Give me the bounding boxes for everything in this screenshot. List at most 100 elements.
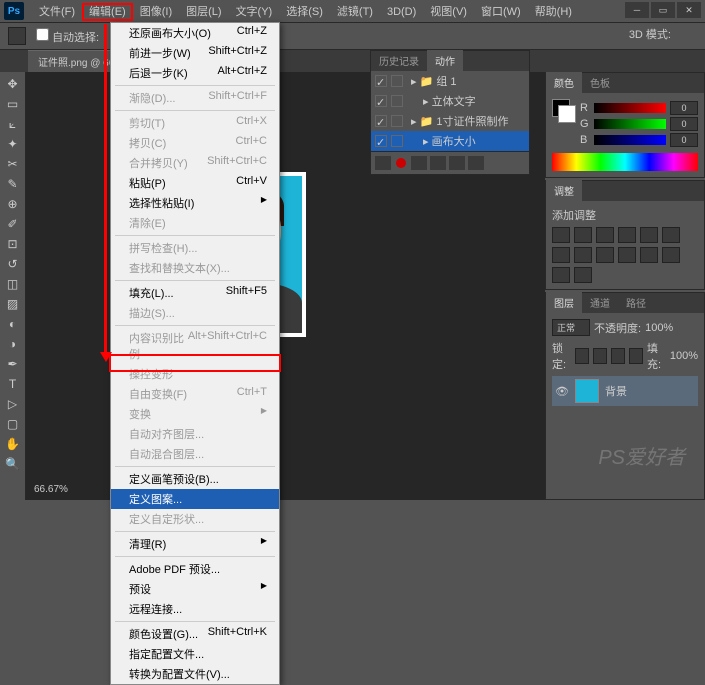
menu-item[interactable]: 远程连接... <box>111 599 279 619</box>
new-set-icon[interactable] <box>430 156 446 170</box>
auto-select-checkbox[interactable] <box>36 28 49 41</box>
adj-invert-icon[interactable] <box>640 247 658 263</box>
adj-lookup-icon[interactable] <box>618 247 636 263</box>
hand-tool[interactable]: ✋ <box>1 434 25 454</box>
adj-gradmap-icon[interactable] <box>574 267 592 283</box>
visibility-icon[interactable]: 👁 <box>555 385 569 398</box>
menu-编辑(E)[interactable]: 编辑(E) <box>82 3 133 21</box>
r-slider[interactable] <box>594 103 666 113</box>
color-spectrum[interactable] <box>552 153 698 171</box>
menu-item[interactable]: 指定配置文件... <box>111 644 279 664</box>
adj-levels-icon[interactable] <box>574 227 592 243</box>
menu-item[interactable]: 粘贴(P)Ctrl+V <box>111 173 279 193</box>
shape-tool[interactable]: ▢ <box>1 414 25 434</box>
tab-adjustments[interactable]: 调整 <box>546 180 582 201</box>
gradient-tool[interactable]: ▨ <box>1 294 25 314</box>
heal-tool[interactable]: ⊕ <box>1 194 25 214</box>
menu-item[interactable]: 定义图案... <box>111 489 279 509</box>
layer-row[interactable]: 👁 背景 <box>552 376 698 406</box>
tab-actions[interactable]: 动作 <box>427 50 463 71</box>
history-brush-tool[interactable]: ↺ <box>1 254 25 274</box>
blur-tool[interactable]: ◐ <box>1 314 25 334</box>
new-action-icon[interactable] <box>449 156 465 170</box>
path-tool[interactable]: ▷ <box>1 394 25 414</box>
menu-item[interactable]: 颜色设置(G)...Shift+Ctrl+K <box>111 624 279 644</box>
zoom-tool[interactable]: 🔍 <box>1 454 25 474</box>
crop-tool[interactable]: ✂ <box>1 154 25 174</box>
adj-vibrance-icon[interactable] <box>640 227 658 243</box>
eyedropper-tool[interactable]: ✎ <box>1 174 25 194</box>
tab-channels[interactable]: 通道 <box>582 292 618 313</box>
menu-图像(I)[interactable]: 图像(I) <box>133 3 179 21</box>
adj-hue-icon[interactable] <box>662 227 680 243</box>
lock-transparency-icon[interactable] <box>575 348 589 364</box>
pen-tool[interactable]: ✒ <box>1 354 25 374</box>
menu-item[interactable]: 填充(L)...Shift+F5 <box>111 283 279 303</box>
menu-选择(S)[interactable]: 选择(S) <box>279 3 330 21</box>
lasso-tool[interactable]: ⟀ <box>1 114 25 134</box>
dodge-tool[interactable]: ◑ <box>1 334 25 354</box>
menu-窗口(W)[interactable]: 窗口(W) <box>474 3 528 21</box>
g-slider[interactable] <box>594 119 666 129</box>
fill-value[interactable]: 100% <box>670 350 698 362</box>
marquee-tool[interactable]: ▭ <box>1 94 25 114</box>
layer-thumbnail[interactable] <box>575 379 599 403</box>
menu-item[interactable]: Adobe PDF 预设... <box>111 559 279 579</box>
stop-icon[interactable] <box>375 156 391 170</box>
menu-item[interactable]: 后退一步(K)Alt+Ctrl+Z <box>111 63 279 83</box>
adj-mixer-icon[interactable] <box>596 247 614 263</box>
opacity-value[interactable]: 100% <box>645 322 673 334</box>
r-value[interactable]: 0 <box>670 101 698 115</box>
b-value[interactable]: 0 <box>670 133 698 147</box>
eraser-tool[interactable]: ◫ <box>1 274 25 294</box>
menu-滤镜(T)[interactable]: 滤镜(T) <box>330 3 380 21</box>
menu-item[interactable]: 预设▶ <box>111 579 279 599</box>
adj-threshold-icon[interactable] <box>552 267 570 283</box>
action-item[interactable]: ✓▸ 📁 组 1 <box>371 71 529 91</box>
menu-item[interactable]: 前进一步(W)Shift+Ctrl+Z <box>111 43 279 63</box>
maximize-button[interactable]: ▭ <box>651 2 675 18</box>
adj-photo-filter-icon[interactable] <box>574 247 592 263</box>
menu-item[interactable]: 定义画笔预设(B)... <box>111 469 279 489</box>
action-item[interactable]: ✓▸ 📁 1寸证件照制作 <box>371 111 529 131</box>
tab-paths[interactable]: 路径 <box>618 292 654 313</box>
tab-layers[interactable]: 图层 <box>546 292 582 313</box>
wand-tool[interactable]: ✦ <box>1 134 25 154</box>
g-value[interactable]: 0 <box>670 117 698 131</box>
type-tool[interactable]: T <box>1 374 25 394</box>
menu-item[interactable]: 选择性粘贴(I)▶ <box>111 193 279 213</box>
minimize-button[interactable]: ─ <box>625 2 649 18</box>
record-icon[interactable] <box>396 158 406 168</box>
tool-preset-icon[interactable] <box>8 27 26 45</box>
lock-position-icon[interactable] <box>611 348 625 364</box>
layer-name[interactable]: 背景 <box>605 383 627 399</box>
blend-mode-select[interactable]: 正常 <box>552 319 590 336</box>
play-icon[interactable] <box>411 156 427 170</box>
adj-exposure-icon[interactable] <box>618 227 636 243</box>
tab-swatches[interactable]: 色板 <box>582 72 618 93</box>
action-item[interactable]: ✓▸ 画布大小 <box>371 131 529 151</box>
status-zoom[interactable]: 66.67% <box>26 482 76 500</box>
menu-文件(F)[interactable]: 文件(F) <box>32 3 82 21</box>
delete-icon[interactable] <box>468 156 484 170</box>
lock-pixels-icon[interactable] <box>593 348 607 364</box>
close-button[interactable]: ✕ <box>677 2 701 18</box>
move-tool[interactable]: ✥ <box>1 74 25 94</box>
adj-bw-icon[interactable] <box>552 247 570 263</box>
tab-history[interactable]: 历史记录 <box>371 50 427 71</box>
color-swatch[interactable] <box>552 99 576 123</box>
b-slider[interactable] <box>594 135 666 145</box>
menu-3D(D)[interactable]: 3D(D) <box>380 3 423 21</box>
ps-logo[interactable]: Ps <box>4 2 24 20</box>
action-item[interactable]: ✓▸ 立体文字 <box>371 91 529 111</box>
lock-all-icon[interactable] <box>629 348 643 364</box>
menu-视图(V)[interactable]: 视图(V) <box>423 3 474 21</box>
brush-tool[interactable]: ✐ <box>1 214 25 234</box>
menu-item[interactable]: 还原画布大小(O)Ctrl+Z <box>111 23 279 43</box>
tab-color[interactable]: 颜色 <box>546 72 582 93</box>
menu-文字(Y)[interactable]: 文字(Y) <box>229 3 280 21</box>
menu-item[interactable]: 清理(R)▶ <box>111 534 279 554</box>
menu-图层(L)[interactable]: 图层(L) <box>179 3 228 21</box>
menu-item[interactable]: 转换为配置文件(V)... <box>111 664 279 684</box>
adj-brightness-icon[interactable] <box>552 227 570 243</box>
